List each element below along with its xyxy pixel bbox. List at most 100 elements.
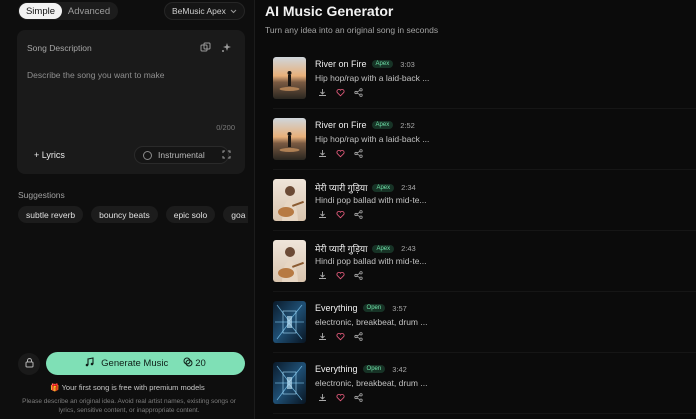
download-icon[interactable] <box>318 210 327 219</box>
song-title[interactable]: मेरी प्यारी गुड़िया <box>315 242 367 255</box>
suggestion-chip[interactable]: goa p <box>223 206 248 223</box>
music-note-icon <box>85 357 94 370</box>
suggestion-chip[interactable]: epic solo <box>165 206 216 223</box>
radio-icon <box>143 150 152 160</box>
song-cover-image[interactable] <box>273 301 306 343</box>
model-badge: Apex <box>372 244 395 253</box>
mode-toggle: Simple Advanced <box>18 2 118 20</box>
share-icon[interactable] <box>354 149 363 158</box>
song-title[interactable]: River on Fire <box>315 59 367 69</box>
generate-music-label: Generate Music <box>101 358 169 369</box>
add-lyrics-label: + Lyrics <box>34 150 65 160</box>
song-cover-image[interactable] <box>273 179 306 221</box>
model-select[interactable]: BeMusic Apex <box>164 2 245 20</box>
download-icon[interactable] <box>318 271 327 280</box>
song-cover-image[interactable] <box>273 57 306 99</box>
credit-cost-value: 20 <box>195 358 206 369</box>
add-lyrics-button[interactable]: + Lyrics <box>34 150 65 160</box>
song-cover-image[interactable] <box>273 362 306 404</box>
heart-icon[interactable] <box>336 149 345 158</box>
row-divider <box>273 169 696 170</box>
download-icon[interactable] <box>318 149 327 158</box>
song-title[interactable]: मेरी प्यारी गुड़िया <box>315 181 367 194</box>
song-row[interactable]: मेरी प्यारी गुड़िया Apex 2:34 Hindi pop … <box>273 179 696 237</box>
share-icon[interactable] <box>354 210 363 219</box>
character-counter: 0/200 <box>216 123 235 132</box>
song-duration: 2:34 <box>401 183 416 192</box>
lock-button[interactable] <box>18 353 40 375</box>
song-duration: 3:57 <box>392 303 407 313</box>
share-icon[interactable] <box>354 393 363 402</box>
song-description-title: Song Description <box>27 43 92 53</box>
song-duration: 3:03 <box>400 59 415 69</box>
lock-icon <box>25 357 34 371</box>
page-title: AI Music Generator <box>265 3 394 19</box>
song-actions <box>318 393 363 402</box>
song-title-row: मेरी प्यारी गुड़िया Apex 2:43 <box>315 242 416 255</box>
sparkle-icon[interactable] <box>220 41 233 54</box>
chevron-down-icon <box>230 6 237 16</box>
model-badge: Open <box>362 304 386 312</box>
model-select-label: BeMusic Apex <box>172 6 226 16</box>
song-duration: 2:43 <box>401 244 416 253</box>
song-title[interactable]: River on Fire <box>315 120 367 130</box>
credit-cost: 20 <box>183 357 206 370</box>
instrumental-toggle[interactable]: Instrumental <box>134 146 229 164</box>
suggestions-title: Suggestions <box>18 190 65 200</box>
song-description: Hip hop/rap with a laid-back ... <box>315 73 430 83</box>
content-guidelines: Please describe an original idea. Avoid … <box>22 398 236 414</box>
suggestion-chip[interactable]: bouncy beats <box>91 206 158 223</box>
share-icon[interactable] <box>354 271 363 280</box>
share-icon[interactable] <box>354 332 363 341</box>
row-divider <box>273 352 696 353</box>
song-row[interactable]: Everything Open 3:57 electronic, breakbe… <box>273 301 696 359</box>
gift-icon: 🎁 <box>50 383 60 392</box>
download-icon[interactable] <box>318 88 327 97</box>
mode-simple-button[interactable]: Simple <box>19 3 62 19</box>
song-description: Hip hop/rap with a laid-back ... <box>315 134 430 144</box>
song-actions <box>318 210 363 219</box>
song-cover-image[interactable] <box>273 118 306 160</box>
heart-icon[interactable] <box>336 332 345 341</box>
song-actions <box>318 271 363 280</box>
song-title-row: मेरी प्यारी गुड़िया Apex 2:34 <box>315 181 416 194</box>
instrumental-label: Instrumental <box>158 150 205 160</box>
coins-icon <box>183 357 193 370</box>
heart-icon[interactable] <box>336 393 345 402</box>
model-badge: Open <box>362 365 386 373</box>
song-actions <box>318 332 363 341</box>
download-icon[interactable] <box>318 393 327 402</box>
create-panel: Simple Advanced BeMusic Apex Song Descri… <box>0 0 255 419</box>
model-badge: Apex <box>371 60 394 68</box>
model-badge: Apex <box>372 183 395 192</box>
song-row[interactable]: River on Fire Apex 3:03 Hip hop/rap with… <box>273 57 696 115</box>
suggestions-list: subtle reverb bouncy beats epic solo goa… <box>18 206 248 224</box>
song-row[interactable]: River on Fire Apex 2:52 Hip hop/rap with… <box>273 118 696 176</box>
song-title-row: Everything Open 3:42 <box>315 364 407 374</box>
free-song-text: Your first song is free with premium mod… <box>61 383 205 392</box>
song-description: Hindi pop ballad with mid-te... <box>315 256 427 266</box>
song-description-input[interactable]: Describe the song you want to make <box>27 70 165 80</box>
suggestion-chip[interactable]: subtle reverb <box>18 206 84 223</box>
row-divider <box>273 230 696 231</box>
heart-icon[interactable] <box>336 88 345 97</box>
heart-icon[interactable] <box>336 271 345 280</box>
mode-advanced-button[interactable]: Advanced <box>62 3 116 19</box>
heart-icon[interactable] <box>336 210 345 219</box>
download-icon[interactable] <box>318 332 327 341</box>
song-description: electronic, breakbeat, drum ... <box>315 378 428 388</box>
song-row[interactable]: मेरी प्यारी गुड़िया Apex 2:43 Hindi pop … <box>273 240 696 298</box>
row-divider <box>273 291 696 292</box>
generate-music-button[interactable]: Generate Music 20 <box>46 352 245 375</box>
song-duration: 3:42 <box>392 364 407 374</box>
share-icon[interactable] <box>354 88 363 97</box>
song-row[interactable]: Everything Open 3:42 electronic, breakbe… <box>273 362 696 419</box>
page-subtitle: Turn any idea into an original song in s… <box>265 25 439 35</box>
song-title[interactable]: Everything <box>315 303 358 313</box>
song-title[interactable]: Everything <box>315 364 358 374</box>
song-actions <box>318 88 363 97</box>
dice-icon[interactable] <box>199 41 212 54</box>
model-badge: Apex <box>371 121 394 129</box>
expand-icon[interactable] <box>222 150 231 161</box>
song-cover-image[interactable] <box>273 240 306 282</box>
